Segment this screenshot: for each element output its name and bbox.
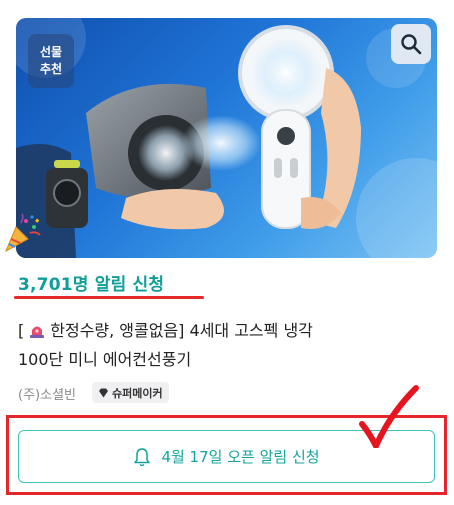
gift-recommend-badge: 선물 추천 (28, 34, 74, 88)
title-line-1: 한정수량, 앵콜없음] 4세대 고스펙 냉각 (50, 321, 313, 340)
badge-line-1: 선물 (39, 45, 63, 59)
badge-line-2: 추천 (39, 62, 63, 76)
product-image[interactable] (16, 18, 437, 258)
alert-count-text: 3,701명 알림 신청 (18, 275, 165, 295)
party-popper-icon (4, 213, 41, 253)
diamond-icon (99, 388, 108, 397)
super-maker-badge: 슈퍼메이커 (92, 382, 169, 403)
search-icon (401, 34, 422, 55)
open-alert-button-label: 4월 17일 오픈 알림 신청 (161, 448, 320, 466)
siren-icon (30, 326, 45, 338)
bell-icon (134, 447, 151, 466)
maker-badge-label: 슈퍼메이커 (112, 386, 163, 400)
product-title[interactable]: [ 한정수량, 앵콜없음] 4세대 고스펙 냉각 100단 미니 에어컨선풍기 (18, 316, 438, 374)
title-line-2: 100단 미니 에어컨선풍기 (18, 350, 192, 369)
red-underline-annotation (14, 296, 204, 299)
title-bracket: [ (18, 321, 25, 340)
image-search-button[interactable] (391, 24, 431, 64)
product-photo (16, 18, 437, 258)
seller-name[interactable]: (주)소셜빈 (18, 384, 76, 403)
checkmark-annotation (359, 385, 419, 448)
